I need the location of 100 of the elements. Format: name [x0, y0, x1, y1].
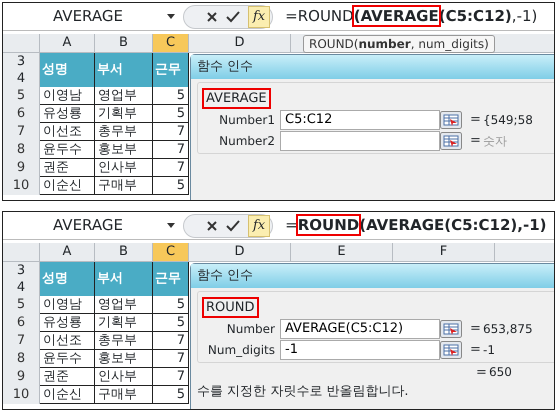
- argument-result: -1: [483, 342, 495, 358]
- table-cell: 윤두수: [40, 350, 95, 368]
- row-number[interactable]: 9: [3, 159, 40, 177]
- column-header[interactable]: C: [153, 34, 189, 52]
- table-cell: 총무부: [95, 123, 153, 141]
- row-number[interactable]: 5: [3, 296, 40, 314]
- table-cell: 기획부: [95, 314, 153, 332]
- column-header[interactable]: D: [189, 34, 291, 52]
- table-cell: 5: [153, 87, 189, 105]
- argument-field[interactable]: [280, 130, 440, 150]
- argument-result: 숫자: [483, 132, 507, 150]
- row-number[interactable]: 6: [3, 105, 40, 123]
- collapse-dialog-icon[interactable]: [440, 320, 462, 338]
- table-cell: 7: [153, 350, 189, 368]
- row-number[interactable]: 9: [3, 368, 40, 386]
- table-cell: 5: [153, 296, 189, 314]
- row-number[interactable]: 7: [3, 332, 40, 350]
- checkmark-icon[interactable]: [226, 220, 240, 232]
- checkmark-icon[interactable]: [226, 10, 240, 22]
- name-box[interactable]: AVERAGE: [3, 212, 183, 239]
- column-header[interactable]: A: [40, 243, 95, 261]
- table-cell: 구매부: [95, 177, 153, 195]
- table-cell: 권준: [40, 368, 95, 386]
- function-name: AVERAGE: [204, 90, 269, 107]
- table-cell: 이영남: [40, 296, 95, 314]
- table-cell: 5: [153, 314, 189, 332]
- formula-text[interactable]: =ROUND(AVERAGE(C5:C12),-1): [273, 5, 538, 28]
- table-cell: 영업부: [95, 296, 153, 314]
- argument-label: Number1: [218, 112, 276, 128]
- argument-field[interactable]: AVERAGE(C5:C12): [280, 318, 440, 338]
- header-cell: 성명: [40, 262, 95, 296]
- column-header[interactable]: A: [40, 34, 95, 52]
- row-number[interactable]: 3: [3, 262, 39, 279]
- table-cell: 총무부: [95, 332, 153, 350]
- table-cell: 홍보부: [95, 141, 153, 159]
- insert-function-button[interactable]: fx: [248, 214, 270, 236]
- cancel-icon[interactable]: [206, 10, 218, 22]
- collapse-dialog-icon[interactable]: [440, 110, 462, 128]
- caret-icon[interactable]: [167, 14, 175, 19]
- collapse-dialog-icon[interactable]: [440, 132, 462, 150]
- table-cell: 권준: [40, 159, 95, 177]
- argument-label: Num_digits: [206, 342, 276, 358]
- row-number[interactable]: 8: [3, 141, 40, 159]
- column-header[interactable]: C: [153, 243, 189, 261]
- argument-field[interactable]: -1: [280, 340, 440, 360]
- table-cell: 유성룡: [40, 314, 95, 332]
- row-number[interactable]: 10: [3, 177, 40, 195]
- header-cell: 부서: [95, 262, 153, 296]
- equals-sign: =: [476, 364, 488, 381]
- formula-text[interactable]: =ROUND(AVERAGE(C5:C12),-1): [273, 214, 547, 237]
- column-header[interactable]: D: [189, 243, 291, 261]
- table-cell: 이선조: [40, 123, 95, 141]
- table-cell: 이순신: [40, 386, 95, 404]
- table-cell: 7: [153, 332, 189, 350]
- table-cell: 5: [153, 177, 189, 195]
- header-cell: 근무: [153, 262, 189, 296]
- table-cell: 이순신: [40, 177, 95, 195]
- table-cell: 이선조: [40, 332, 95, 350]
- collapse-dialog-icon[interactable]: [440, 340, 462, 358]
- row-number[interactable]: 10: [3, 386, 40, 404]
- row-number[interactable]: 8: [3, 350, 40, 368]
- function-tooltip: ROUND(number, num_digits): [303, 35, 495, 53]
- row-number[interactable]: 3: [3, 53, 39, 70]
- header-cell: 부서: [95, 53, 153, 87]
- table-cell: 윤두수: [40, 141, 95, 159]
- table-cell: 영업부: [95, 87, 153, 105]
- table-cell: 구매부: [95, 386, 153, 404]
- row-number[interactable]: 7: [3, 123, 40, 141]
- argument-label: Number2: [218, 132, 276, 150]
- row-number[interactable]: 4: [3, 70, 39, 87]
- row-number[interactable]: 4: [3, 279, 39, 296]
- table-cell: 유성룡: [40, 105, 95, 123]
- argument-field[interactable]: C5:C12: [280, 110, 440, 130]
- column-header[interactable]: E: [291, 243, 393, 261]
- row-number[interactable]: 5: [3, 87, 40, 105]
- formula-result: 650: [489, 364, 512, 381]
- table-cell: 5: [153, 105, 189, 123]
- dialog-title: 함수 인수: [191, 264, 554, 288]
- equals-sign: =: [470, 110, 482, 129]
- table-cell: 7: [153, 159, 189, 177]
- table-cell: 이영남: [40, 87, 95, 105]
- table-cell: 인사부: [95, 368, 153, 386]
- row-number[interactable]: 6: [3, 314, 40, 332]
- column-header[interactable]: F: [393, 243, 495, 261]
- function-name: ROUND: [204, 299, 257, 316]
- dialog-title: 함수 인수: [191, 55, 554, 79]
- insert-function-button[interactable]: fx: [248, 6, 270, 28]
- table-cell: 7: [153, 123, 189, 141]
- function-description: 수를 지정한 자릿수로 반올림합니다.: [196, 383, 410, 400]
- table-cell: 기획부: [95, 105, 153, 123]
- table-cell: 7: [153, 141, 189, 159]
- header-cell: 성명: [40, 53, 95, 87]
- name-box[interactable]: AVERAGE: [3, 3, 183, 30]
- header-cell: 근무: [153, 53, 189, 87]
- table-cell: 7: [153, 368, 189, 386]
- equals-sign: =: [470, 132, 482, 150]
- equals-sign: =: [470, 320, 482, 338]
- cancel-icon[interactable]: [206, 220, 218, 232]
- argument-result: 653,875: [483, 320, 533, 338]
- caret-icon[interactable]: [167, 223, 175, 228]
